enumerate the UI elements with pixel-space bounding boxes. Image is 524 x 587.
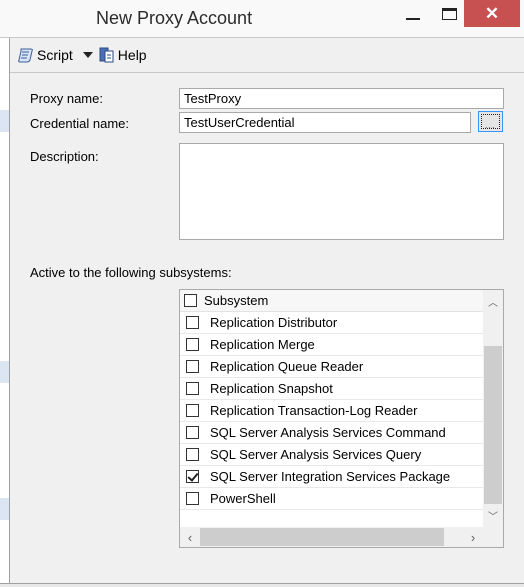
subsystem-row[interactable]: PowerShell [180,488,483,510]
subsystem-checkbox[interactable] [186,426,199,439]
horizontal-scrollbar[interactable]: ‹ › [180,527,483,547]
script-label: Script [37,47,73,63]
subsystem-label: Replication Queue Reader [210,359,364,374]
description-label: Description: [30,149,99,164]
subsystem-label: SQL Server Analysis Services Command [210,425,446,440]
subsystems-label: Active to the following subsystems: [30,265,232,280]
window-title: New Proxy Account [96,8,253,28]
subsystem-checkbox[interactable] [186,382,199,395]
subsystem-row[interactable]: Replication Distributor [180,312,483,334]
script-dropdown-arrow-icon[interactable] [82,52,93,58]
maximize-icon [441,7,457,20]
subsystem-row[interactable]: Replication Merge [180,334,483,356]
subsystem-checkbox[interactable] [186,492,199,505]
subsystem-checkbox[interactable] [186,448,199,461]
subsystem-label: PowerShell [210,491,276,506]
subsystem-row[interactable]: Replication Snapshot [180,378,483,400]
subsystem-row[interactable]: Replication Queue Reader [180,356,483,378]
scroll-right-arrow-icon[interactable]: › [463,530,483,545]
subsystem-row[interactable]: SQL Server Analysis Services Query [180,444,483,466]
scroll-up-arrow-icon[interactable]: ︿ [483,294,503,309]
proxy-name-label: Proxy name: [30,91,103,106]
select-all-checkbox[interactable] [184,294,197,307]
subsystem-label: Replication Snapshot [210,381,333,396]
close-icon: ✕ [484,3,500,23]
subsystem-checkbox[interactable] [186,470,199,483]
title-bar: New Proxy Account ✕ [0,0,524,38]
horizontal-scroll-thumb[interactable] [200,528,444,546]
subsystem-row[interactable]: SQL Server Analysis Services Command [180,422,483,444]
subsystem-checkbox[interactable] [186,404,199,417]
close-button[interactable]: ✕ [464,0,520,27]
scroll-left-arrow-icon[interactable]: ‹ [180,530,200,545]
window-bottom-edge [0,583,524,587]
script-scroll-icon [18,48,33,63]
minimize-icon [406,17,420,20]
minimize-button[interactable] [396,0,430,27]
toolbar: Script Help [10,38,524,73]
browse-credential-button[interactable]: ... [478,111,503,132]
subsystem-label: Replication Merge [210,337,315,352]
scrollbar-corner [483,527,503,547]
description-input[interactable] [179,143,504,240]
subsystem-row[interactable]: Replication Transaction-Log Reader [180,400,483,422]
browse-ellipsis: ... [485,120,496,130]
vertical-scrollbar[interactable]: ︿ ﹀ [483,290,503,527]
proxy-name-input[interactable]: TestProxy [179,88,504,109]
subsystems-list[interactable]: Subsystem Replication Distributor Replica… [179,289,504,548]
script-button[interactable]: Script [18,47,73,63]
help-label: Help [117,47,147,63]
subsystem-checkbox[interactable] [186,360,199,373]
subsystem-column-header[interactable]: Subsystem [180,290,483,312]
subsystem-row[interactable]: SQL Server Integration Services Package [180,466,483,488]
subsystem-label: SQL Server Integration Services Package [210,469,451,484]
subsystem-label: Replication Distributor [210,315,338,330]
help-document-icon [99,47,114,63]
scroll-down-arrow-icon[interactable]: ﹀ [483,508,503,523]
credential-name-label: Credential name: [30,116,129,131]
subsystem-header-label: Subsystem [204,293,269,308]
subsystem-label: Replication Transaction-Log Reader [210,403,418,418]
vertical-scroll-thumb[interactable] [484,346,502,504]
help-button[interactable]: Help [99,47,147,63]
subsystem-label: SQL Server Analysis Services Query [210,447,422,462]
subsystem-checkbox[interactable] [186,338,199,351]
maximize-button[interactable] [432,0,466,27]
credential-name-input[interactable]: TestUserCredential [179,112,471,133]
subsystem-checkbox[interactable] [186,316,199,329]
